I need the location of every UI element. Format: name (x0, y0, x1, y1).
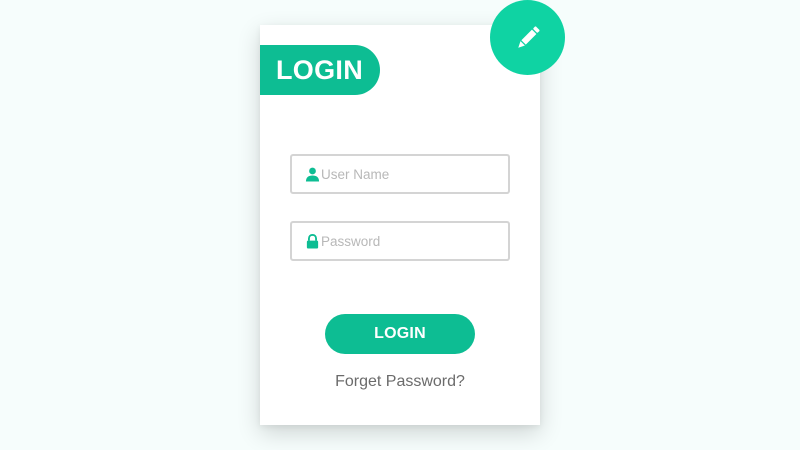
user-icon (292, 156, 320, 192)
edit-button[interactable] (490, 0, 565, 75)
username-input[interactable] (320, 155, 508, 193)
password-field[interactable] (290, 221, 510, 261)
forgot-password-link[interactable]: Forget Password? (260, 373, 540, 391)
pencil-icon (517, 25, 540, 48)
username-field[interactable] (290, 154, 510, 194)
lock-icon (292, 223, 320, 259)
login-screen: LOGIN LOGIN Forget Password? (0, 0, 800, 450)
login-card: LOGIN LOGIN Forget Password? (260, 25, 540, 425)
login-button[interactable]: LOGIN (325, 314, 475, 354)
password-input[interactable] (320, 222, 508, 260)
login-title: LOGIN (260, 45, 380, 95)
